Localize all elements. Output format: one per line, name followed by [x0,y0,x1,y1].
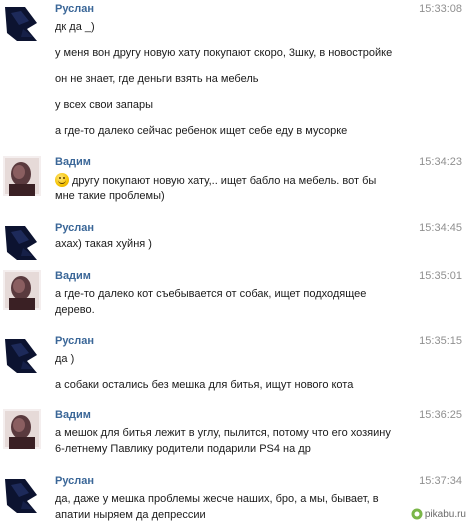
author-name[interactable]: Вадим [55,270,91,283]
message-time[interactable]: 15:35:01 [419,270,462,283]
chat-history: Руслан 15:33:08 дк да _) у меня вон друг… [0,0,469,524]
message-text: он не знает, где деньги взять на мебель [55,73,259,85]
message-text: а где-то далеко сейчас ребенок ищет себе… [55,125,348,137]
message-time[interactable]: 15:36:25 [419,409,462,422]
message-text: ахах) такая хуйня ) [55,238,152,250]
message-text: апатии ныряем да депрессии [55,509,206,521]
author-name[interactable]: Руслан [55,335,94,348]
avatar[interactable] [3,222,41,262]
avatar[interactable] [3,335,41,375]
author-name[interactable]: Вадим [55,409,91,422]
pikabu-logo-icon [411,508,423,520]
author-name[interactable]: Руслан [55,3,94,16]
message-text: у всех свои запары [55,99,154,111]
avatar[interactable] [3,270,41,310]
message-text: дк да _) [55,21,95,33]
author-name[interactable]: Руслан [55,222,94,235]
message-time[interactable]: 15:34:45 [419,222,462,235]
message-text: а где-то далеко кот съебывается от собак… [55,288,367,300]
message-text: мне такие проблемы) [55,190,165,202]
watermark-text: pikabu.ru [424,508,466,520]
message-time[interactable]: 15:33:08 [419,3,462,16]
message-text: да ) [55,353,75,365]
message-time[interactable]: 15:35:15 [419,335,462,348]
message-text: да, даже у мешка проблемы жесче наших, б… [55,493,379,505]
message-text: другу покупают новую хату,.. ищет бабло … [55,173,463,189]
message-text: дерево. [55,304,95,316]
author-name[interactable]: Руслан [55,475,94,488]
message-text: у меня вон другу новую хату покупают ско… [55,47,393,59]
avatar[interactable] [3,156,41,196]
message-text: а мешок для битья лежит в углу, пылится,… [55,427,391,439]
message-time[interactable]: 15:34:23 [419,156,462,169]
message-time[interactable]: 15:37:34 [419,475,462,488]
message-text: 6-летнему Павлику родители подарили PS4 … [55,443,311,455]
message-text-content: другу покупают новую хату,.. ищет бабло … [72,175,377,187]
pikabu-watermark: pikabu.ru [411,507,466,521]
author-name[interactable]: Вадим [55,156,91,169]
avatar[interactable] [3,475,41,515]
avatar[interactable] [3,409,41,449]
avatar[interactable] [3,3,41,43]
smile-emoji-icon [55,173,69,187]
message-text: а собаки остались без мешка для битья, и… [55,379,354,391]
